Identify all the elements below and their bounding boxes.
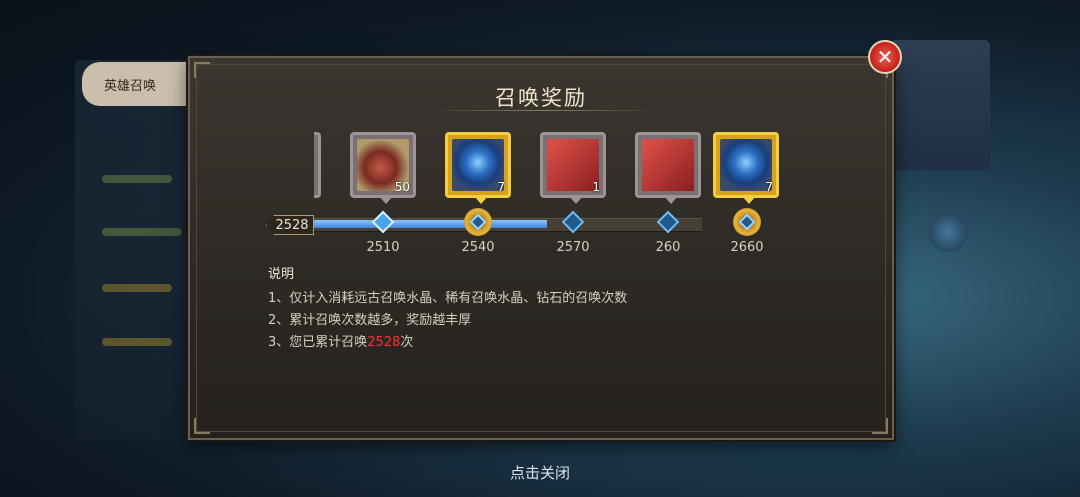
milestone-tick-label: 2570: [556, 240, 590, 255]
reward-item[interactable]: [635, 132, 701, 204]
reward-item[interactable]: 7: [713, 132, 779, 204]
background-panel: [75, 60, 195, 440]
milestone-medal-icon: [464, 208, 492, 236]
description-line-3: 3、您已累计召唤2528次: [268, 332, 828, 354]
corner-ornament: [194, 62, 210, 78]
reward-pointer: [474, 196, 488, 204]
background-bar: [102, 175, 172, 183]
background-tab: 英雄召唤: [82, 62, 192, 106]
description: 说明 1、仅计入消耗远古召唤水晶、稀有召唤水晶、钻石的召唤次数 2、累计召唤次数…: [268, 264, 828, 354]
background-bar: [102, 228, 182, 236]
reward-item[interactable]: 1: [540, 132, 606, 204]
background-orb: [928, 212, 968, 252]
current-count-badge: 2528: [266, 215, 314, 235]
total-summon-count: 2528: [367, 335, 401, 350]
reward-count: 7: [497, 180, 505, 194]
red-scroll-icon: [642, 139, 694, 191]
reward-pointer: [379, 196, 393, 204]
progress-bar-fill: [314, 220, 547, 228]
background-bar: [102, 338, 172, 346]
milestone-tick-label: 2660: [730, 240, 764, 255]
milestone-tick-label: 2540: [461, 240, 495, 255]
description-heading: 说明: [268, 267, 295, 282]
milestone-tick-label: 480: [314, 240, 318, 255]
reward-item[interactable]: 7: [445, 132, 511, 204]
corner-ornament: [194, 418, 210, 434]
reward-pointer: [664, 196, 678, 204]
milestone-reward-fixed[interactable]: 7 2660: [710, 132, 784, 264]
description-line-2: 2、累计召唤次数越多，奖励越丰厚: [268, 313, 472, 328]
close-button[interactable]: ✕: [868, 40, 902, 74]
reward-count: 1: [314, 180, 315, 194]
milestone-tick-label: 2510: [366, 240, 400, 255]
close-icon: ✕: [876, 45, 894, 69]
reward-pointer: [742, 196, 756, 204]
milestone-tick-label: 260: [655, 240, 681, 255]
description-line-3-prefix: 3、您已累计召唤: [268, 335, 368, 350]
description-line-1: 1、仅计入消耗远古召唤水晶、稀有召唤水晶、钻石的召唤次数: [268, 291, 628, 306]
description-line-3-suffix: 次: [400, 335, 414, 350]
reward-count: 50: [394, 180, 410, 194]
modal-title: 召唤奖励: [495, 86, 587, 110]
title-divider: [428, 110, 658, 111]
summon-reward-modal: 召唤奖励 2528 1 480 50 2510 7 2540 1 2570 260 7 2660…: [188, 56, 894, 440]
reward-count: 7: [765, 180, 773, 194]
tap-to-close-hint[interactable]: 点击关闭: [490, 462, 590, 483]
corner-ornament: [872, 418, 888, 434]
reward-item[interactable]: 1: [314, 132, 321, 198]
reward-track[interactable]: 1 480 50 2510 7 2540 1 2570 260: [314, 128, 702, 260]
reward-pointer: [569, 196, 583, 204]
background-right-panel: [890, 40, 990, 170]
background-bar: [102, 284, 172, 292]
reward-item[interactable]: 50: [350, 132, 416, 204]
milestone-medal-icon: [733, 208, 761, 236]
reward-count: 1: [592, 180, 600, 194]
